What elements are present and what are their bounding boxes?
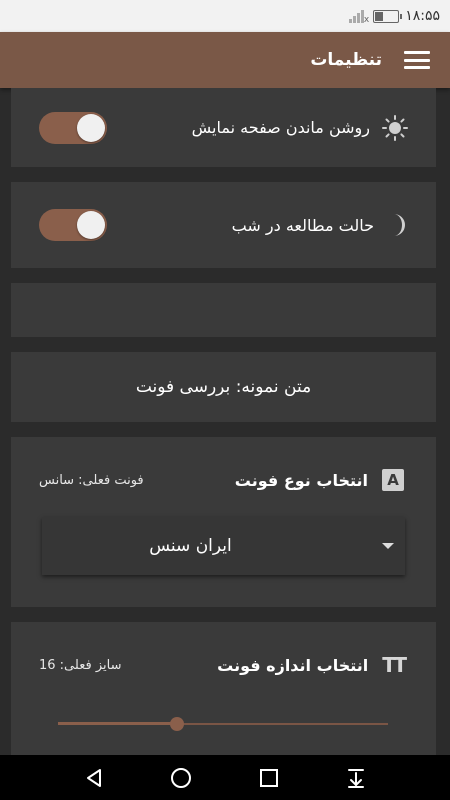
menu-icon[interactable] (404, 51, 430, 69)
font-size-title: انتخاب اندازه فونت (217, 655, 369, 675)
keep-screen-on-card: روشن ماندن صفحه نمایش (11, 88, 436, 167)
recents-icon[interactable] (249, 758, 289, 798)
text-size-icon: TT (382, 653, 407, 677)
notification-pull-icon[interactable] (336, 758, 376, 798)
night-mode-label: حالت مطالعه در شب (231, 215, 374, 235)
page-title: تنظیمات (310, 50, 382, 70)
current-size-label: سایز فعلی: 16 (39, 657, 122, 673)
font-type-title: انتخاب نوع فونت (234, 470, 368, 490)
status-bar: x ۱۸:۵۵ (0, 0, 450, 32)
empty-card (11, 283, 436, 337)
home-icon[interactable] (161, 758, 201, 798)
night-mode-toggle[interactable] (39, 209, 107, 241)
font-type-icon: A (382, 469, 404, 491)
battery-icon (373, 9, 403, 23)
sample-text: متن نمونه: بررسی فونت (135, 377, 312, 397)
navigation-bar (0, 755, 450, 800)
font-size-card: سایز فعلی: 16 TT انتخاب اندازه فونت (11, 622, 436, 755)
keep-screen-on-label: روشن ماندن صفحه نمایش (191, 118, 370, 137)
night-mode-card: حالت مطالعه در شب (11, 182, 436, 268)
keep-screen-on-toggle[interactable] (39, 111, 107, 144)
sun-icon (382, 114, 408, 141)
signal-icon: x (349, 9, 369, 25)
status-time: ۱۸:۵۵ (405, 8, 440, 24)
font-size-slider[interactable] (58, 714, 388, 734)
slider-thumb[interactable] (169, 717, 184, 731)
moon-icon (394, 214, 405, 236)
app-bar: تنظیمات (0, 32, 450, 88)
font-type-card: فونت فعلی: سانس A انتخاب نوع فونت ایران … (11, 437, 436, 607)
font-select[interactable]: ایران سنس (42, 517, 405, 575)
chevron-down-icon (382, 543, 394, 549)
settings-list: روشن ماندن صفحه نمایش حالت مطالعه در شب … (0, 88, 450, 755)
sample-text-card: متن نمونه: بررسی فونت (11, 352, 436, 422)
font-select-value: ایران سنس (149, 536, 232, 556)
back-icon[interactable] (74, 758, 114, 798)
current-font-label: فونت فعلی: سانس (39, 472, 144, 488)
